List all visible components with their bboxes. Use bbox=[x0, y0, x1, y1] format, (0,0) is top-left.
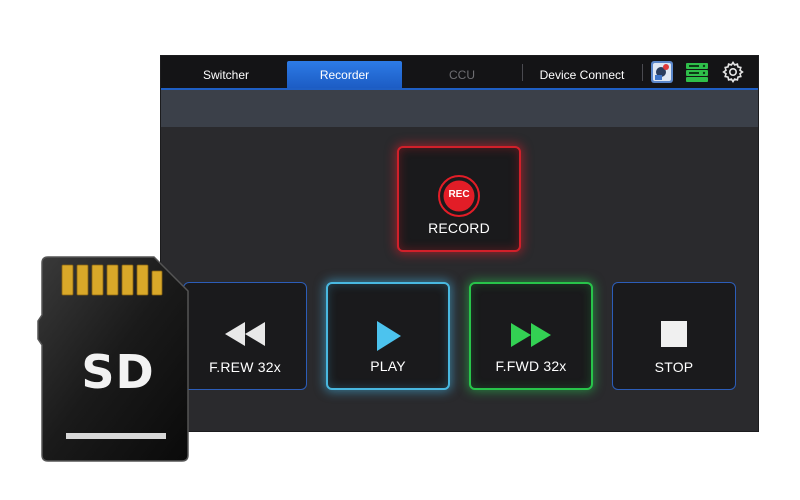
recorder-panel: Switcher Recorder CCU Device Connect REC… bbox=[161, 56, 758, 431]
fast-rewind-button[interactable]: F.REW 32x bbox=[183, 282, 307, 390]
fast-forward-label: F.FWD 32x bbox=[495, 358, 567, 374]
play-icon bbox=[373, 320, 403, 352]
record-label: RECORD bbox=[428, 220, 490, 236]
stop-button[interactable]: STOP bbox=[612, 282, 736, 390]
gear-icon[interactable] bbox=[721, 60, 745, 84]
storage-icon[interactable] bbox=[685, 60, 709, 84]
stop-label: STOP bbox=[654, 359, 694, 375]
record-icon: REC bbox=[437, 174, 481, 218]
fast-forward-button[interactable]: F.FWD 32x bbox=[469, 282, 593, 390]
tab-switcher[interactable]: Switcher bbox=[165, 61, 287, 88]
tab-bar: Switcher Recorder CCU Device Connect bbox=[161, 56, 758, 90]
record-button[interactable]: REC RECORD bbox=[397, 146, 521, 252]
stop-icon bbox=[660, 320, 688, 348]
tab-recorder[interactable]: Recorder bbox=[287, 61, 402, 88]
sd-card-image: SD bbox=[36, 255, 196, 465]
play-button[interactable]: PLAY bbox=[326, 282, 450, 390]
sd-logo-text: SD bbox=[81, 345, 155, 399]
tab-separator bbox=[642, 64, 643, 81]
fast-rewind-icon bbox=[223, 321, 267, 347]
fast-forward-icon bbox=[509, 322, 553, 348]
status-bar bbox=[161, 90, 758, 127]
tab-device-connect[interactable]: Device Connect bbox=[523, 61, 641, 88]
rec-badge: REC bbox=[448, 189, 470, 200]
play-label: PLAY bbox=[370, 358, 406, 374]
fast-rewind-label: F.REW 32x bbox=[209, 359, 281, 375]
camera-app-icon[interactable] bbox=[650, 60, 674, 84]
tab-ccu[interactable]: CCU bbox=[402, 61, 522, 88]
